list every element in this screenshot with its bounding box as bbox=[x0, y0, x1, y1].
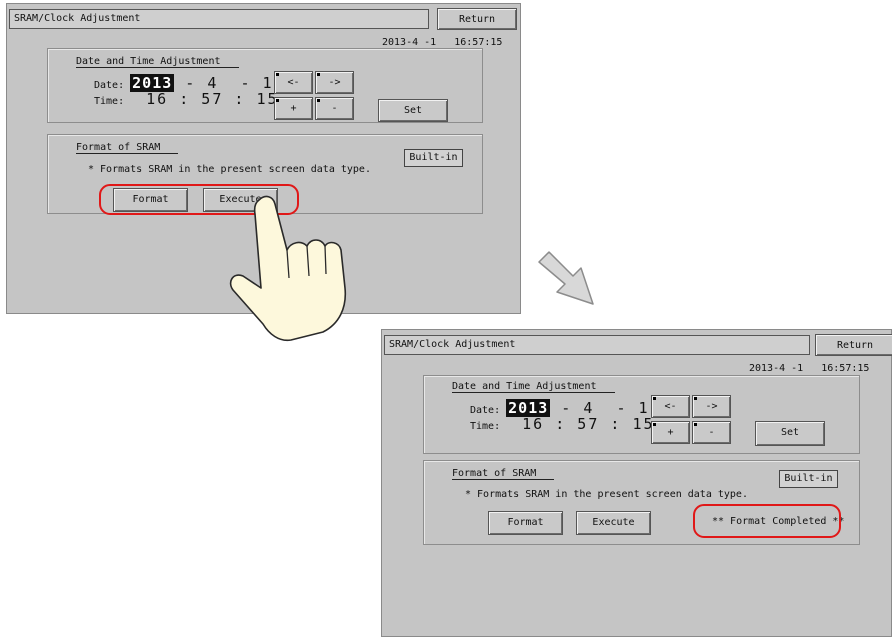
date-time-panel: Date and Time Adjustment Date: 2013 - 4 … bbox=[47, 48, 483, 123]
execute-button[interactable]: Execute bbox=[576, 511, 651, 535]
time-label: Time: bbox=[94, 96, 125, 107]
increment-button[interactable]: + bbox=[274, 97, 313, 120]
cursor-left-button[interactable]: <- bbox=[651, 395, 690, 418]
down-right-arrow-icon bbox=[538, 251, 594, 305]
clock-readout: 2013-4 -1 16:57:15 bbox=[749, 363, 869, 374]
window-title: SRAM/Clock Adjustment bbox=[9, 9, 429, 29]
clock-date: 2013-4 -1 bbox=[749, 363, 804, 374]
return-button[interactable]: Return bbox=[437, 8, 517, 30]
pointing-hand-icon bbox=[229, 195, 347, 342]
time-row: Time: 16 : 57 : 15 bbox=[94, 90, 279, 108]
date-time-panel: Date and Time Adjustment Date: 2013 - 4 … bbox=[423, 375, 860, 454]
cursor-right-button[interactable]: -> bbox=[692, 395, 731, 418]
clock-date: 2013-4 -1 bbox=[382, 37, 437, 48]
format-hint: * Formats SRAM in the present screen dat… bbox=[465, 489, 748, 500]
format-button[interactable]: Format bbox=[488, 511, 563, 535]
return-button[interactable]: Return bbox=[815, 334, 892, 356]
date-time-panel-title: Date and Time Adjustment bbox=[452, 381, 615, 393]
cursor-left-button[interactable]: <- bbox=[274, 71, 313, 94]
set-button[interactable]: Set bbox=[755, 421, 825, 446]
format-panel-title: Format of SRAM bbox=[76, 142, 179, 154]
format-panel-title: Format of SRAM bbox=[452, 468, 555, 480]
date-time-panel-title: Date and Time Adjustment bbox=[76, 56, 239, 68]
time-value: 16 : 57 : 15 bbox=[146, 90, 279, 108]
decrement-button[interactable]: - bbox=[692, 421, 731, 444]
window-title: SRAM/Clock Adjustment bbox=[384, 335, 810, 355]
time-label: Time: bbox=[470, 421, 501, 432]
cursor-right-button[interactable]: -> bbox=[315, 71, 354, 94]
decrement-button[interactable]: - bbox=[315, 97, 354, 120]
clock-time: 16:57:15 bbox=[454, 37, 503, 48]
storage-type-field[interactable]: Built-in bbox=[779, 470, 838, 488]
set-button[interactable]: Set bbox=[378, 99, 448, 122]
storage-type-field[interactable]: Built-in bbox=[404, 149, 463, 167]
clock-readout: 2013-4 -1 16:57:15 bbox=[382, 37, 502, 48]
increment-button[interactable]: + bbox=[651, 421, 690, 444]
clock-time: 16:57:15 bbox=[821, 363, 870, 374]
time-row: Time: 16 : 57 : 15 bbox=[470, 415, 655, 433]
screen-after: SRAM/Clock Adjustment Return 2013-4 -1 1… bbox=[381, 329, 892, 637]
format-hint: * Formats SRAM in the present screen dat… bbox=[88, 164, 371, 175]
status-highlight bbox=[693, 504, 841, 538]
time-value: 16 : 57 : 15 bbox=[522, 415, 655, 433]
